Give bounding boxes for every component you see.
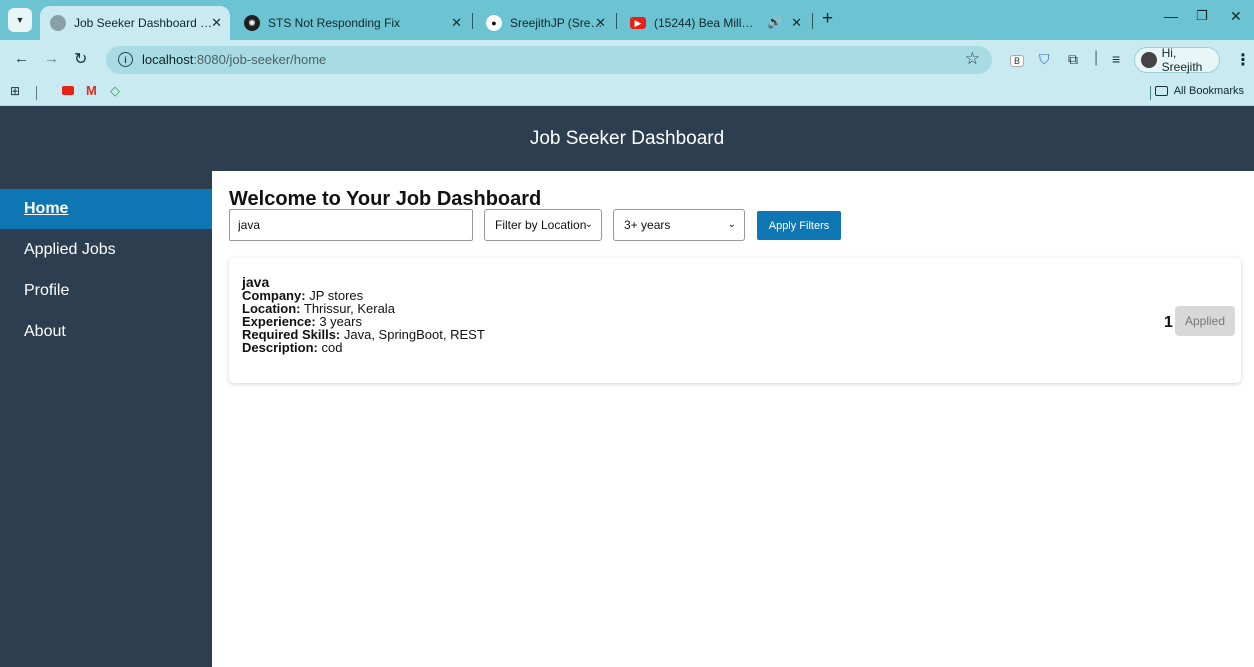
close-icon[interactable]: ✕ xyxy=(791,15,802,31)
toolbar-separator: | xyxy=(1094,49,1099,66)
tab-title: (15244) Bea Miller - Playgro xyxy=(654,16,758,30)
search-input[interactable] xyxy=(229,209,473,241)
main-content: Welcome to Your Job Dashboard Filter by … xyxy=(212,171,1254,667)
experience-filter-value: 3+ years xyxy=(624,218,671,232)
location-filter-select[interactable]: Filter by Location ⌄ xyxy=(484,209,602,241)
tab-title: Job Seeker Dashboard - Home xyxy=(74,16,214,30)
job-card: java Company: JP stores Location: Thriss… xyxy=(229,258,1241,383)
sidebar-item-applied-jobs[interactable]: Applied Jobs xyxy=(0,230,212,270)
tab-sts-not-responding[interactable]: ✺ STS Not Responding Fix ✕ xyxy=(234,6,470,40)
sidebar-item-about[interactable]: About xyxy=(0,312,212,352)
youtube-icon: ▶ xyxy=(630,17,646,29)
sidebar-item-home[interactable]: Home xyxy=(0,189,212,229)
address-bar[interactable]: i localhost:8080/job-seeker/home ☆ xyxy=(106,46,992,74)
profile-button[interactable]: Hi, Sreejith xyxy=(1134,46,1220,74)
youtube-bookmark-icon[interactable] xyxy=(62,86,74,95)
close-icon[interactable]: ✕ xyxy=(211,15,222,31)
speaker-icon[interactable]: 🔊 xyxy=(767,15,782,29)
tab-title: STS Not Responding Fix xyxy=(268,16,401,30)
tab-separator xyxy=(472,13,473,29)
bookmarks-bar: ⊞ M ◇ All Bookmarks xyxy=(0,80,1254,106)
close-icon[interactable]: ✕ xyxy=(595,15,606,31)
bookmark-star-icon[interactable]: ☆ xyxy=(965,49,980,69)
applied-button[interactable]: Applied xyxy=(1175,306,1235,336)
forward-arrow-icon[interactable]: → xyxy=(44,50,59,67)
folder-icon xyxy=(1154,86,1168,96)
reading-list-icon[interactable]: ≡ xyxy=(1112,51,1120,67)
openai-icon: ✺ xyxy=(244,15,260,31)
back-arrow-icon[interactable]: ← xyxy=(14,50,29,67)
bookmark-separator xyxy=(1150,86,1151,100)
welcome-heading: Welcome to Your Job Dashboard xyxy=(229,188,542,210)
close-icon[interactable]: ✕ xyxy=(451,15,462,31)
tab-title: SreejithJP (Sreejith Jayaprakash xyxy=(510,16,604,30)
browser-tabstrip: ▼ Job Seeker Dashboard - Home ✕ ✺ STS No… xyxy=(0,0,1254,40)
globe-icon xyxy=(50,15,66,31)
app-header: Job Seeker Dashboard xyxy=(0,106,1254,171)
sidebar-item-profile[interactable]: Profile xyxy=(0,271,212,311)
location-filter-value: Filter by Location xyxy=(495,218,587,232)
menu-dots-icon[interactable]: ⋮ xyxy=(1235,50,1251,70)
chevron-down-icon: ⌄ xyxy=(727,219,736,230)
page-title: Job Seeker Dashboard xyxy=(529,127,725,149)
apply-filters-button[interactable]: Apply Filters xyxy=(757,211,841,240)
gmail-bookmark-icon[interactable]: M xyxy=(86,83,97,98)
shield-extension-icon[interactable]: ⛉ xyxy=(1039,51,1050,68)
new-tab-button[interactable]: + xyxy=(822,8,833,30)
all-bookmarks-label: All Bookmarks xyxy=(1173,85,1244,97)
tab-youtube-bea-miller[interactable]: ▶ (15244) Bea Miller - Playgro 🔊 ✕ xyxy=(620,6,810,40)
profile-label: Hi, Sreejith xyxy=(1161,46,1203,74)
tab-separator xyxy=(616,13,617,29)
extensions-puzzle-icon[interactable]: ⧉ xyxy=(1068,51,1078,68)
tab-github-profile[interactable]: ● SreejithJP (Sreejith Jayaprakash ✕ xyxy=(476,6,614,40)
avatar xyxy=(1141,52,1157,68)
apps-grid-icon[interactable]: ⊞ xyxy=(10,84,20,98)
job-details: java Company: JP stores Location: Thriss… xyxy=(242,275,485,355)
window-close-icon[interactable]: ✕ xyxy=(1230,8,1242,25)
github-icon: ● xyxy=(486,15,502,31)
bookmark-separator xyxy=(36,86,37,100)
all-bookmarks-button[interactable]: All Bookmarks xyxy=(1154,85,1244,97)
reload-icon[interactable]: ↻ xyxy=(74,49,87,69)
minimize-icon[interactable]: — xyxy=(1164,8,1178,24)
site-info-icon[interactable]: i xyxy=(118,52,133,67)
extension-b-icon[interactable]: B xyxy=(1010,55,1025,67)
job-description: Description: cod xyxy=(242,340,343,355)
sidebar: Home Applied Jobs Profile About xyxy=(0,171,212,667)
tab-job-seeker-dashboard[interactable]: Job Seeker Dashboard - Home ✕ xyxy=(40,6,230,40)
chevron-down-icon: ⌄ xyxy=(584,219,593,230)
restore-icon[interactable]: ❐ xyxy=(1196,8,1208,24)
url-text: localhost:8080/job-seeker/home xyxy=(142,52,327,67)
drive-bookmark-icon[interactable]: ◇ xyxy=(110,83,120,99)
tab-separator xyxy=(812,13,813,29)
experience-filter-select[interactable]: 3+ years ⌄ xyxy=(613,209,745,241)
applied-count: 1 xyxy=(1164,314,1173,331)
tab-search-chevron-icon[interactable]: ▼ xyxy=(8,8,32,32)
